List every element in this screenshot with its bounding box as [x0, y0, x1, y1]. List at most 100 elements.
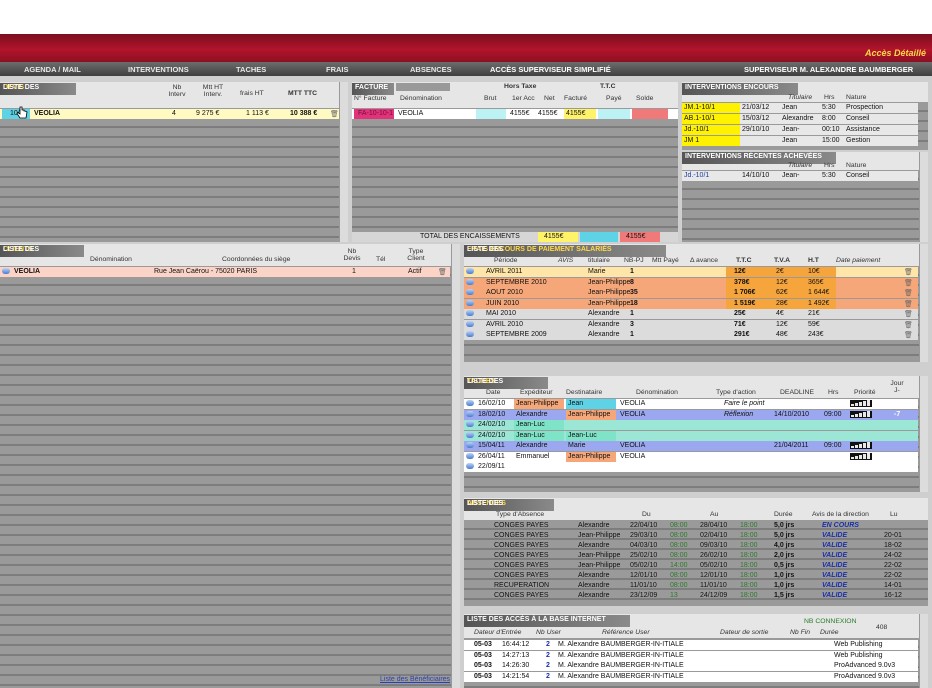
taches-row[interactable]: 18/02/10 Alexandre Jean-Philippe VEOLIA Réfl…	[464, 409, 918, 420]
acces-row[interactable]: 05-03 14:26:30 2 M. Alexandre BAUMBERGER-IN…	[464, 661, 918, 671]
absences-row[interactable]: CONGES PAYES Alexandre 23/12/09 13 24/12/09 1…	[464, 591, 928, 601]
interventions-row[interactable]: JM.1-10/1 21/03/12 Jean 5:30 Prospection	[682, 103, 918, 113]
menu-agenda[interactable]: AGENDA / MAIL	[24, 65, 81, 74]
frais-trash-icon[interactable]: 🗑	[904, 289, 913, 297]
app-banner: Accès Détaillé	[0, 34, 932, 62]
absences-row[interactable]: CONGES PAYES Jean-Philippe 29/03/10 08:00 02…	[464, 531, 928, 541]
frais-row-indicator-icon[interactable]	[466, 289, 474, 295]
acces-scrollbar[interactable]	[919, 614, 928, 688]
interventions-titulaire: Jean	[782, 104, 798, 111]
frais-trash-icon[interactable]: 🗑	[904, 331, 913, 339]
frais-trash-icon[interactable]: 🗑	[904, 279, 913, 287]
frais-row-indicator-icon[interactable]	[466, 331, 474, 337]
interventions-row[interactable]: AB.1-10/1 15/03/12 Alexandre 8:00 Conseil	[682, 114, 918, 124]
taches-row-indicator-icon[interactable]	[466, 442, 474, 448]
frais-row[interactable]: AVRIL 2011 Marie 1 12€ 2€ 10€ 🗑	[464, 267, 918, 277]
menu-frais[interactable]: FRAIS	[326, 65, 349, 74]
taches-row-indicator-icon[interactable]	[466, 410, 474, 417]
clients-row[interactable]: VEOLIA Rue Jean Caërou - 75020 PARIS 1 A…	[0, 267, 450, 277]
interventions-achevees-header: INTERVENTIONS RÉCENTES ACHEVÉES Titulair…	[682, 152, 928, 170]
taches-row[interactable]: 22/09/11	[464, 462, 918, 472]
frais-row-indicator-icon[interactable]	[466, 299, 474, 306]
frais-row[interactable]: AOUT 2010 Jean-Philippe 35 1 706€ 62€ 1 644€ 🗑	[464, 288, 918, 298]
acces-detaille-link[interactable]: Accès Détaillé	[865, 48, 926, 58]
frais-trash-icon[interactable]: 🗑	[904, 321, 913, 329]
frais-row[interactable]: AVRIL 2010 Alexandre 3 71€ 12€ 59€ 🗑	[464, 319, 918, 330]
menu-absences[interactable]: ABSENCES	[410, 65, 452, 74]
interventions-hrs: 8:00	[822, 115, 836, 122]
devis-mtt: 9 275 €	[196, 110, 220, 117]
frais-trash-icon[interactable]: 🗑	[904, 268, 913, 276]
frais-row-indicator-icon[interactable]	[466, 278, 474, 285]
interventions-titulaire: Jean	[782, 137, 798, 144]
acces-row[interactable]: 05-03 16:44:12 2 M. Alexandre BAUMBERGER-IN…	[464, 640, 918, 650]
acces-ref: M. Alexandre BAUMBERGER-IN-ITIALE	[558, 672, 684, 680]
taches-col-jour: Jour J-	[890, 380, 904, 394]
clients-scrollbar[interactable]	[451, 244, 460, 688]
beneficiaires-link[interactable]: Liste des Bénéficiaires	[380, 676, 450, 683]
interventions-row[interactable]: Jd.-10/1 29/10/10 Jean- 00:10 Assistance	[682, 125, 918, 135]
achevees-row[interactable]: Jd.-10/1 14/10/10 Jean- 5:30 Conseil	[682, 171, 918, 181]
clients-row-indicator-icon[interactable]	[2, 268, 10, 274]
taches-destinataire: Jean	[568, 400, 584, 407]
frais-trash-icon[interactable]: 🗑	[904, 310, 913, 318]
taches-row[interactable]: 15/04/11 Alexandre Marie VEOLIA 21/04/2011 09…	[464, 441, 918, 451]
frais-row-indicator-icon[interactable]	[466, 310, 474, 316]
absences-row[interactable]: CONGES PAYES Jean-Philippe 25/02/10 08:00 26…	[464, 551, 928, 561]
taches-row[interactable]: 16/02/10 Jean-Philippe Jean VEOLIA Faire le …	[464, 399, 918, 409]
achevees-scrollbar[interactable]	[919, 152, 928, 242]
frais-nbpj: 1	[630, 268, 634, 275]
devis-scrollbar[interactable]	[339, 82, 348, 242]
devis-row[interactable]: 10/1 VEOLIA 4 9 275 € 1 113 € 10 388 € 🗑	[0, 109, 340, 119]
taches-row[interactable]: 24/02/10 Jean-Luc	[464, 420, 918, 430]
frais-titulaire: Jean-Philippe	[588, 278, 631, 286]
absences-du-heure: 08:00	[670, 522, 688, 529]
menu-taches[interactable]: TACHES	[236, 65, 266, 74]
absences-row[interactable]: RECUPERATION Alexandre 11/01/10 08:00 11/01/…	[464, 581, 928, 591]
absences-du-heure: 08:00	[670, 532, 688, 539]
absences-au-heure: 18:00	[740, 522, 758, 529]
devis-panel: LISTE DES DEVIS Nb Interv Mtt HT Interv.…	[0, 82, 348, 242]
frais-ttc: 1 519€	[734, 299, 756, 307]
absences-row[interactable]: CONGES PAYES Alexandre 12/01/10 08:00 12/01/…	[464, 571, 928, 581]
absences-row[interactable]: CONGES PAYES Jean-Philippe 05/02/10 14:00 05…	[464, 561, 928, 571]
taches-row-indicator-icon[interactable]	[466, 463, 474, 469]
frais-row-indicator-icon[interactable]	[466, 268, 474, 274]
frais-row[interactable]: JUIN 2010 Jean-Philippe 18 1 519€ 28€ 1 492€ 🗑	[464, 298, 918, 309]
taches-row[interactable]: 24/02/10 Jean-Luc Jean-Luc	[464, 430, 918, 441]
devis-title-prefix: LISTE DES	[3, 84, 40, 91]
menu-acces-simplifie[interactable]: ACCÈS SUPERVISEUR SIMPLIFIÉ	[490, 65, 611, 74]
acces-row[interactable]: 05-03 14:27:13 2 M. Alexandre BAUMBERGER-IN…	[464, 650, 918, 661]
clients-trash-icon[interactable]: 🗑	[438, 268, 447, 276]
frais-row[interactable]: MAI 2010 Alexandre 1 25€ 4€ 21€ 🗑	[464, 309, 918, 319]
absences-row[interactable]: CONGES PAYES Alexandre 04/03/10 08:00 09/03/…	[464, 541, 928, 551]
acces-app: Web Publishing	[834, 641, 883, 648]
taches-type: Réflexion	[724, 410, 754, 418]
taches-row[interactable]: 26/04/11 Emmanuel Jean-Philippe VEOLIA	[464, 451, 918, 462]
absences-lu: 22-02	[884, 572, 902, 579]
taches-row-indicator-icon[interactable]	[466, 400, 474, 406]
taches-row-indicator-icon[interactable]	[466, 431, 474, 438]
absences-au-date: 11/01/10	[700, 582, 727, 589]
absences-row[interactable]: CONGES PAYES Alexandre 22/04/10 08:00 28/04/…	[464, 521, 928, 531]
acces-app: ProAdvanced 9.0v3	[834, 672, 896, 680]
frais-row[interactable]: SEPTEMBRE 2009 Alexandre 1 291€ 48€ 243€ 🗑	[464, 330, 918, 340]
taches-col-destinataire: Destinataire	[566, 389, 603, 396]
taches-row-indicator-icon[interactable]	[466, 452, 474, 459]
taches-col-hrs: Hrs	[828, 389, 839, 396]
facture-row[interactable]: FA-10-10-1 VEOLIA 4155€ 4155€ 4155€	[352, 109, 678, 119]
interventions-row[interactable]: JM 1 Jean 15:00 Gestion	[682, 136, 918, 146]
frais-trash-icon[interactable]: 🗑	[904, 300, 913, 308]
devis-trash-icon[interactable]: 🗑	[330, 110, 339, 118]
frais-scrollbar[interactable]	[919, 244, 928, 362]
frais-nbpj: 1	[630, 331, 634, 338]
absences-au-heure: 18:00	[740, 542, 758, 549]
taches-scrollbar[interactable]	[919, 376, 928, 492]
acces-heure: 14:21:54	[502, 672, 530, 680]
menu-interventions[interactable]: INTERVENTIONS	[128, 65, 189, 74]
acces-row[interactable]: 05-03 14:21:54 2 M. Alexandre BAUMBERGER-IN…	[464, 671, 918, 682]
frais-row-indicator-icon[interactable]	[466, 320, 474, 327]
absences-du-heure: 13	[670, 592, 678, 599]
frais-row[interactable]: SEPTEMBRE 2010 Jean-Philippe 8 378€ 12€ 365€ 🗑	[464, 277, 918, 288]
taches-row-indicator-icon[interactable]	[466, 421, 474, 427]
